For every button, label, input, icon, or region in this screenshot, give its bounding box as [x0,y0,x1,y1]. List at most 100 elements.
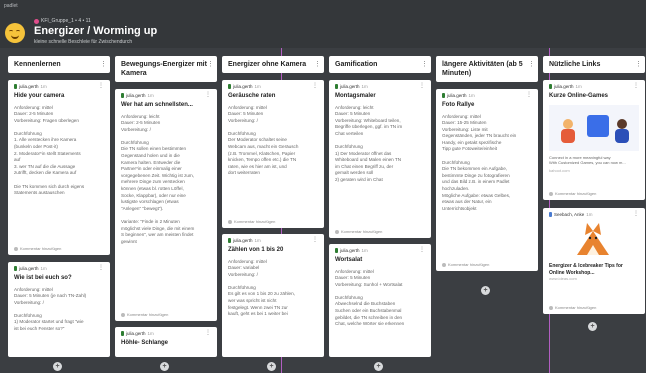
post-card[interactable]: julia.gerth 1m ⋮ Wortsalat Anforderung: mi… [329,244,431,357]
fox-illustration-icon [577,223,609,255]
column-title: Nützliche Links [549,61,601,68]
post-author: julia.gerth 1m ⋮ [228,83,318,89]
link-card[interactable]: Seebach, Anke 1m ⋮ Energizer & Icebreaker … [543,208,645,314]
post-menu-icon[interactable]: ⋮ [633,83,639,89]
column-header: Nützliche Links ⋮ [543,56,645,73]
add-comment-button[interactable]: Kommentar hinzufügen [549,305,596,310]
post-menu-icon[interactable]: ⋮ [205,330,211,336]
add-post-button[interactable]: + [267,362,276,371]
add-post-button[interactable]: + [374,362,383,371]
post-menu-icon[interactable]: ⋮ [205,92,211,98]
board-header: padlet KFI_Gruppe_1 • 4 • 11 Energizer /… [0,0,646,48]
author-name: julia.gerth [19,266,39,271]
add-comment-button[interactable]: Kommentar hinzufügen [228,219,275,224]
post-title: Kurze Online-Games [549,93,609,99]
column-header: längere Aktivitäten (ab 5 Minuten) ⋮ [436,56,538,82]
author-name: Seebach, Anke [554,212,585,217]
column-header: Kennenlernen ⋮ [8,56,110,73]
author-avatar-icon [121,93,124,98]
link-preview-image[interactable] [549,221,639,259]
post-card[interactable]: julia.gerth 1m ⋮ Höhle- Schlange [115,327,217,357]
breadcrumb[interactable]: KFI_Gruppe_1 • 4 • 11 [34,18,91,24]
comment-label: Kommentar hinzufügen [127,312,169,317]
author-name: julia.gerth [126,331,146,336]
board-emoji-icon [5,23,25,43]
post-author: julia.gerth 1m ⋮ [442,92,532,98]
column-energizer-ohne-kamera: Energizer ohne Kamera ⋮ [222,56,324,73]
post-card[interactable]: julia.gerth 1m ⋮ Wer hat am schnellsten...… [115,89,217,321]
post-menu-icon[interactable]: ⋮ [312,237,318,243]
comment-icon [549,305,553,310]
column-menu-icon[interactable]: ⋮ [314,60,321,69]
link-preview-image[interactable] [549,104,639,151]
add-post-button[interactable]: + [481,286,490,295]
column-menu-icon[interactable]: ⋮ [528,60,535,69]
comment-label: Kommentar hinzufügen [20,246,62,251]
post-body: Anforderung: mittel Dauer: 5 Minuten Vor… [228,104,299,176]
illustration-screen [587,114,609,137]
add-post-button[interactable]: + [53,362,62,371]
post-menu-icon[interactable]: ⋮ [98,265,104,271]
post-menu-icon[interactable]: ⋮ [419,83,425,89]
column-menu-icon[interactable]: ⋮ [421,60,428,69]
column-title: Kennenlernen [14,61,61,68]
post-author: julia.gerth 1m ⋮ [549,83,639,89]
column-menu-icon[interactable]: ⋮ [635,60,642,69]
add-comment-button[interactable]: Kommentar hinzufügen [549,191,596,196]
post-card[interactable]: julia.gerth 1m ⋮ Foto Rallye Anforderung: … [436,89,538,271]
post-title: Höhle- Schlange [121,340,169,346]
illustration-person [615,128,629,143]
board-title: Energizer / Worming up [34,25,158,37]
post-author: julia.gerth 1m ⋮ [14,83,104,89]
post-menu-icon[interactable]: ⋮ [633,211,639,217]
column-title: Energizer ohne Kamera [228,61,307,68]
post-menu-icon[interactable]: ⋮ [526,92,532,98]
post-body: Anforderung: leicht Dauer: 2-5 Minuten V… [121,113,195,244]
illustration-person [617,118,627,129]
post-body: Anforderung: mittel Dauer: variabel Vorb… [228,258,295,317]
link-domain: www.ideas.com [549,276,577,281]
post-menu-icon[interactable]: ⋮ [419,247,425,253]
add-comment-button[interactable]: Kommentar hinzufügen [14,246,61,251]
post-body: Anforderung: mittel Dauer: 15-25 Minuten… [442,113,517,211]
comment-label: Kommentar hinzufügen [448,262,490,267]
board-subtitle: kleine schnelle Beschleie für Zwischendu… [34,39,133,45]
column-bewegungs-energizer: Bewegungs-Energizer mit Kamera ⋮ [115,56,217,82]
add-comment-button[interactable]: Kommentar hinzufügen [335,229,382,234]
post-menu-icon[interactable]: ⋮ [98,83,104,89]
comment-icon [335,229,339,234]
post-author: julia.gerth 1m ⋮ [335,247,425,253]
author-avatar-icon [335,248,338,253]
add-post-button[interactable]: + [160,362,169,371]
post-card[interactable]: julia.gerth 1m ⋮ Zählen von 1 bis 20 Anfor… [222,234,324,357]
post-title: Wie ist bei euch so? [14,275,72,281]
column-title: Bewegungs-Energizer mit Kamera [121,61,207,77]
add-post-button[interactable]: + [588,322,597,331]
post-time: 1m [361,248,368,253]
add-comment-button[interactable]: Kommentar hinzufügen [442,262,489,267]
post-card[interactable]: julia.gerth 1m ⋮ Hide your camera Anforder… [8,80,110,255]
column-header: Bewegungs-Energizer mit Kamera ⋮ [115,56,217,82]
author-name: julia.gerth [554,84,574,89]
post-time: 1m [361,84,368,89]
post-card[interactable]: julia.gerth 1m ⋮ Montagsmaler Anforderung:… [329,80,431,238]
comment-icon [442,262,446,267]
post-time: 1m [586,212,593,217]
column-menu-icon[interactable]: ⋮ [207,60,214,69]
column-menu-icon[interactable]: ⋮ [100,60,107,69]
add-comment-button[interactable]: Kommentar hinzufügen [121,312,168,317]
link-domain: kahoot.com [549,167,570,173]
post-body: Anforderung: mittel Dauer: 2-5 Minuten V… [14,104,85,196]
post-card[interactable]: julia.gerth 1m ⋮ Wie ist bei euch so? Anfo… [8,262,110,357]
post-card[interactable]: julia.gerth 1m ⋮ Geräusche raten Anforderu… [222,80,324,228]
post-menu-icon[interactable]: ⋮ [312,83,318,89]
column-title: Gamification [335,61,378,68]
comment-label: Kommentar hinzufügen [341,229,383,234]
author-name: julia.gerth [340,248,360,253]
post-time: 1m [40,266,47,271]
illustration-person [561,128,575,143]
app-brand[interactable]: padlet [4,3,18,9]
comment-icon [228,219,232,224]
column-kennenlernen: Kennenlernen ⋮ [8,56,110,73]
link-card[interactable]: julia.gerth 1m ⋮ Kurze Online-Games Connec… [543,80,645,200]
